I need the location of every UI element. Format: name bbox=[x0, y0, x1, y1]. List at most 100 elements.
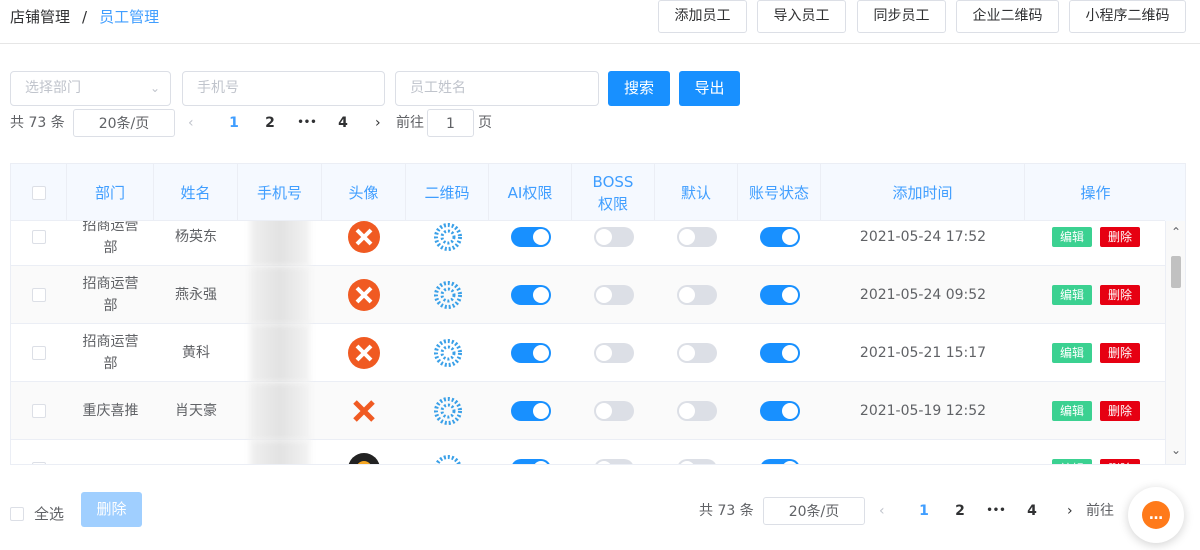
ai-permission-toggle[interactable] bbox=[510, 343, 551, 363]
export-button[interactable]: 导出 bbox=[679, 71, 740, 106]
breadcrumb: 店铺管理 / 员工管理 bbox=[10, 6, 159, 27]
breadcrumb-root[interactable]: 店铺管理 bbox=[10, 8, 70, 26]
cell-actions: 编辑删除 bbox=[1025, 266, 1167, 324]
table-scrollbar[interactable]: ⌃ ⌄ bbox=[1165, 221, 1185, 464]
row-checkbox-cell bbox=[11, 382, 67, 440]
page-ellipsis[interactable]: ••• bbox=[297, 109, 317, 137]
cell-qrcode bbox=[406, 382, 489, 440]
chevron-down-icon: ⌄ bbox=[149, 81, 160, 95]
row-checkbox[interactable] bbox=[32, 404, 46, 418]
row-checkbox[interactable] bbox=[32, 346, 46, 360]
company-qrcode-button[interactable]: 企业二维码 bbox=[956, 0, 1059, 33]
boss-permission-toggle[interactable] bbox=[593, 343, 634, 363]
page-2[interactable]: 2 bbox=[950, 497, 970, 525]
edit-button[interactable]: 编辑 bbox=[1051, 459, 1092, 464]
next-page-icon[interactable]: › bbox=[375, 109, 381, 137]
account-status-toggle[interactable] bbox=[759, 227, 800, 247]
cell-default bbox=[655, 382, 738, 440]
delete-button[interactable]: 删除 bbox=[1100, 285, 1141, 305]
delete-button[interactable]: 删除 bbox=[1100, 227, 1141, 247]
default-toggle[interactable] bbox=[676, 227, 717, 247]
qrcode-icon[interactable] bbox=[433, 338, 463, 368]
account-status-toggle[interactable] bbox=[759, 459, 800, 464]
edit-button[interactable]: 编辑 bbox=[1051, 227, 1092, 247]
avatar-x-logo-icon[interactable] bbox=[348, 337, 380, 369]
default-toggle[interactable] bbox=[676, 285, 717, 305]
page-size-select[interactable]: 20条/页 bbox=[73, 109, 175, 137]
header-checkbox[interactable] bbox=[31, 185, 46, 200]
default-toggle[interactable] bbox=[676, 459, 717, 464]
page-1[interactable]: 1 bbox=[224, 109, 244, 137]
edit-button[interactable]: 编辑 bbox=[1051, 401, 1092, 421]
add-employee-button[interactable]: 添加员工 bbox=[658, 0, 747, 33]
cell-avatar bbox=[322, 382, 406, 440]
prev-page-icon[interactable]: ‹ bbox=[188, 109, 194, 137]
ai-permission-toggle[interactable] bbox=[510, 401, 551, 421]
ai-permission-toggle[interactable] bbox=[510, 227, 551, 247]
ai-permission-toggle[interactable] bbox=[510, 285, 551, 305]
page-ellipsis[interactable]: ••• bbox=[986, 497, 1006, 525]
cell-account-status bbox=[738, 221, 821, 266]
page-4[interactable]: 4 bbox=[1022, 497, 1042, 525]
select-all-checkbox[interactable] bbox=[10, 506, 24, 521]
scroll-up-icon[interactable]: ⌃ bbox=[1166, 225, 1185, 239]
account-status-toggle[interactable] bbox=[759, 285, 800, 305]
bulk-delete-button[interactable]: 删除 bbox=[81, 492, 142, 527]
qrcode-icon[interactable] bbox=[433, 454, 463, 465]
boss-permission-toggle[interactable] bbox=[593, 401, 634, 421]
cell-avatar bbox=[322, 221, 406, 266]
scroll-down-icon[interactable]: ⌄ bbox=[1166, 443, 1185, 457]
avatar-icon[interactable] bbox=[348, 453, 380, 465]
qrcode-icon[interactable] bbox=[433, 396, 463, 426]
select-all[interactable]: 全选 bbox=[10, 503, 64, 524]
ai-permission-toggle[interactable] bbox=[510, 459, 551, 464]
qrcode-icon[interactable] bbox=[433, 222, 463, 252]
next-page-icon[interactable]: › bbox=[1067, 497, 1073, 525]
search-button[interactable]: 搜索 bbox=[608, 71, 670, 106]
select-all-label: 全选 bbox=[34, 505, 65, 523]
boss-permission-toggle[interactable] bbox=[593, 227, 634, 247]
miniprogram-qrcode-button[interactable]: 小程序二维码 bbox=[1069, 0, 1186, 33]
delete-button[interactable]: 删除 bbox=[1100, 343, 1141, 363]
goto-page-input[interactable]: 1 bbox=[427, 109, 474, 137]
employee-name-input[interactable]: 员工姓名 bbox=[395, 71, 599, 106]
sync-employee-button[interactable]: 同步员工 bbox=[857, 0, 946, 33]
import-employee-button[interactable]: 导入员工 bbox=[757, 0, 846, 33]
phone-redacted bbox=[250, 324, 310, 382]
department-select[interactable]: 选择部门 ⌄ bbox=[10, 71, 171, 106]
table-body: 招商运营部 杨英东 2021-05-24 17:52 编辑 删除 招商运营部 燕永… bbox=[11, 221, 1167, 465]
avatar-x-logo-icon[interactable] bbox=[348, 395, 380, 427]
row-checkbox[interactable] bbox=[32, 462, 46, 464]
page-2[interactable]: 2 bbox=[260, 109, 280, 137]
cell-actions: 编辑删除 bbox=[1025, 382, 1167, 440]
prev-page-icon[interactable]: ‹ bbox=[879, 497, 885, 525]
boss-permission-toggle[interactable] bbox=[593, 285, 634, 305]
delete-button[interactable]: 删除 bbox=[1100, 401, 1141, 421]
edit-button[interactable]: 编辑 bbox=[1051, 285, 1092, 305]
row-checkbox[interactable] bbox=[32, 230, 46, 244]
default-toggle[interactable] bbox=[676, 343, 717, 363]
delete-button[interactable]: 删除 bbox=[1100, 459, 1141, 464]
header-department: 部门 bbox=[67, 164, 154, 221]
phone-input[interactable]: 手机号 bbox=[182, 71, 385, 106]
page-size-select[interactable]: 20条/页 bbox=[763, 497, 865, 525]
page-1[interactable]: 1 bbox=[914, 497, 934, 525]
qrcode-icon[interactable] bbox=[433, 280, 463, 310]
avatar-x-logo-icon[interactable] bbox=[348, 279, 380, 311]
scroll-thumb[interactable] bbox=[1171, 256, 1181, 288]
customer-service-button[interactable]: … bbox=[1128, 487, 1184, 543]
page-4[interactable]: 4 bbox=[333, 109, 353, 137]
default-toggle[interactable] bbox=[676, 401, 717, 421]
row-checkbox[interactable] bbox=[32, 288, 46, 302]
phone-redacted bbox=[250, 221, 310, 266]
cell-avatar bbox=[322, 324, 406, 382]
cell-add-time: 2021-05-19 12:52 bbox=[859, 403, 987, 419]
boss-permission-toggle[interactable] bbox=[593, 459, 634, 464]
header-phone: 手机号 bbox=[238, 164, 322, 221]
account-status-toggle[interactable] bbox=[759, 343, 800, 363]
phone-redacted bbox=[250, 440, 310, 464]
account-status-toggle[interactable] bbox=[759, 401, 800, 421]
avatar-x-logo-icon[interactable] bbox=[348, 221, 380, 253]
cell-default bbox=[655, 324, 738, 382]
edit-button[interactable]: 编辑 bbox=[1051, 343, 1092, 363]
